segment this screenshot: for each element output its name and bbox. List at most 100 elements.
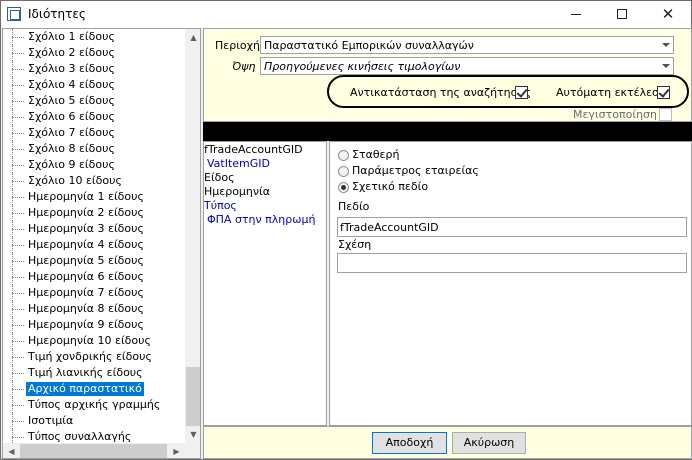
chevron-down-icon [662,43,670,47]
tree-item-label: Σχόλιο 3 είδους [28,62,115,75]
maximize-icon [617,9,627,19]
tree-connector [12,429,13,443]
scroll-up-icon[interactable]: ▲ [185,29,200,46]
tree-item[interactable]: Αρχικό παραστατικό [12,381,185,397]
tree-item[interactable]: Ημερομηνία 6 είδους [12,269,185,285]
tree-connector [12,261,24,262]
tree-item-label: Αρχικό παραστατικό [26,382,144,396]
tree-connector [12,245,24,246]
relation-label: Σχέση [338,238,372,251]
radio-related-field[interactable] [338,182,349,193]
tree-item[interactable]: Ισοτιμία [12,413,185,429]
field-list-item[interactable]: Ημερομηνία [204,185,270,199]
radio-constant-label: Σταθερή [352,148,400,161]
replace-search-label: Αντικατάσταση της αναζήτησης [350,86,532,99]
tree-item[interactable]: Τύπος αρχικής γραμμής [12,397,185,413]
field-detail-panel: Σταθερή Παράμετρος εταιρείας Σχετικό πεδ… [329,141,692,426]
area-select[interactable]: Παραστατικό Εμπορικών συναλλαγών [260,36,674,54]
tree-connector [12,213,24,214]
area-select-value: Παραστατικό Εμπορικών συναλλαγών [264,39,474,52]
properties-panel: Περιοχή Παραστατικό Εμπορικών συναλλαγών… [203,28,692,459]
tree-item[interactable]: Τιμή λιανικής είδους [12,365,185,381]
tree-item-label: Ισοτιμία [28,414,74,427]
tree-item[interactable]: Ημερομηνία 1 είδους [12,189,185,205]
cancel-button[interactable]: Ακύρωση [452,432,526,454]
scroll-thumb-horizontal[interactable] [20,444,167,458]
radio-related-field-label: Σχετικό πεδίο [352,180,429,193]
field-list-item[interactable]: fTradeAccountGID [204,143,303,157]
field-list-item[interactable]: Τύπος [204,199,237,213]
tree-connector [12,277,24,278]
separator-bar [203,122,692,141]
tree-item[interactable]: Σχόλιο 3 είδους [12,61,185,77]
tree-item-label: Τιμή λιανικής είδους [28,366,143,379]
tree-item-label: Ημερομηνία 7 είδους [28,286,144,299]
tree-vertical-scrollbar[interactable]: ▲ ▼ [185,29,200,443]
tree-item[interactable]: Σχόλιο 8 είδους [12,141,185,157]
field-input[interactable]: fTradeAccountGID [337,217,687,237]
tree-item-label: Ημερομηνία 8 είδους [28,302,144,315]
tree-connector [12,293,24,294]
window-title: Ιδιότητες [28,7,86,21]
tree-connector [12,389,24,390]
auto-run-checkbox[interactable] [657,86,670,99]
view-select-value: Προηγούμενες κινήσεις τιμολογίων [264,60,461,73]
tree-item[interactable]: Ημερομηνία 4 είδους [12,237,185,253]
tree-connector [12,341,24,342]
tree-item[interactable]: Σχόλιο 6 είδους [12,109,185,125]
radio-constant[interactable] [338,150,349,161]
tree-item[interactable]: Σχόλιο 7 είδους [12,125,185,141]
tree-item[interactable]: Σχόλιο 1 είδους [12,29,185,45]
tree-connector [12,133,24,134]
scroll-down-icon[interactable]: ▼ [185,426,200,443]
tree-item[interactable]: Ημερομηνία 2 είδους [12,205,185,221]
field-list[interactable]: fTradeAccountGID VatItemGID Είδος Ημερομηνί… [203,141,327,426]
maximize-checkbox[interactable] [659,108,672,121]
fields-tree[interactable]: Σχόλιο 1 είδους Σχόλιο 2 είδους Σχόλιο 3 ε… [2,28,201,459]
title-bar[interactable]: Ιδιότητες ✕ [1,1,691,28]
view-select[interactable]: Προηγούμενες κινήσεις τιμολογίων [260,57,674,75]
minimize-button[interactable] [553,1,599,28]
tree-item[interactable]: Ημερομηνία 7 είδους [12,285,185,301]
maximize-label: Μεγιστοποίηση [573,108,657,121]
tree-connector [12,357,24,358]
close-icon: ✕ [661,5,675,23]
replace-search-checkbox[interactable] [515,86,528,99]
relation-input[interactable] [337,253,687,273]
close-button[interactable]: ✕ [645,1,691,28]
tree-item[interactable]: Σχόλιο 2 είδους [12,45,185,61]
tree-item-label: Ημερομηνία 5 είδους [28,254,144,267]
maximize-button[interactable] [599,1,645,28]
minimize-icon [571,13,581,15]
tree-item[interactable]: Ημερομηνία 3 είδους [12,221,185,237]
tree-item[interactable]: Σχόλιο 10 είδους [12,173,185,189]
tree-connector [12,437,24,438]
scroll-right-icon[interactable]: ▶ [168,443,185,458]
field-list-item[interactable]: Είδος [204,171,235,185]
tree-connector [12,325,24,326]
tree-item[interactable]: Τύπος συναλλαγής [12,429,185,443]
field-list-item[interactable]: VatItemGID [207,157,270,171]
tree-connector [12,405,24,406]
tree-item[interactable]: Ημερομηνία 5 είδους [12,253,185,269]
tree-item[interactable]: Σχόλιο 4 είδους [12,77,185,93]
scroll-left-icon[interactable]: ◀ [3,443,20,458]
radio-company-parameter[interactable] [338,166,349,177]
tree-horizontal-scrollbar[interactable]: ◀ ▶ [3,443,185,458]
tree-item[interactable]: Ημερομηνία 10 είδους [12,333,185,349]
tree-item[interactable]: Σχόλιο 5 είδους [12,93,185,109]
field-list-item[interactable]: ΦΠΑ στην πληρωμή [207,213,315,227]
tree-connector [12,101,24,102]
tree-item[interactable]: Ημερομηνία 9 είδους [12,317,185,333]
tree-item-label: Ημερομηνία 6 είδους [28,270,144,283]
tree-item-label: Σχόλιο 5 είδους [28,94,115,107]
window-icon [7,7,21,21]
tree-item[interactable]: Ημερομηνία 8 είδους [12,301,185,317]
tree-item[interactable]: Τιμή χονδρικής είδους [12,349,185,365]
filter-panel: Περιοχή Παραστατικό Εμπορικών συναλλαγών… [203,28,692,122]
scroll-thumb[interactable] [186,367,200,426]
tree-item[interactable]: Σχόλιο 9 είδους [12,157,185,173]
tree-list: Σχόλιο 1 είδους Σχόλιο 2 είδους Σχόλιο 3 ε… [3,29,185,443]
ok-button[interactable]: Αποδοχή [372,432,447,454]
tree-connector [12,85,24,86]
